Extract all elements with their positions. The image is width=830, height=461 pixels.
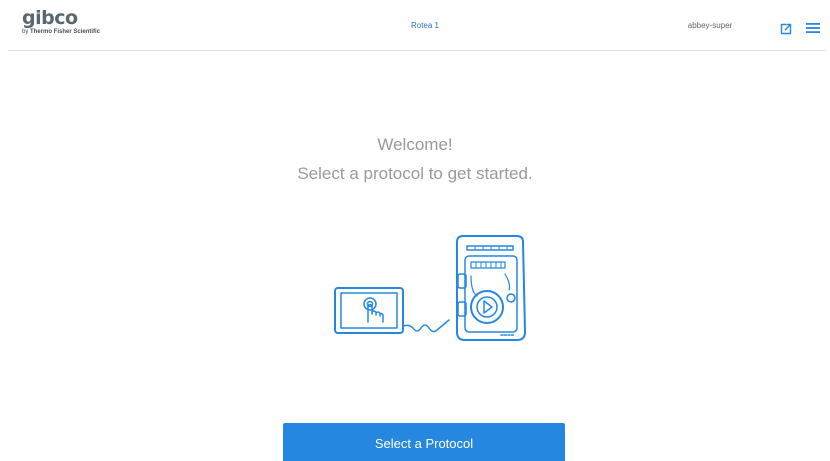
logo-tagline-prefix: by — [22, 29, 29, 35]
welcome-heading: Welcome! — [377, 135, 453, 154]
device-name[interactable]: Rotea 1 — [385, 21, 465, 31]
app-window: gibco by Thermo Fisher Scientific Rotea … — [0, 0, 830, 461]
brand-logo: gibco by Thermo Fisher Scientific — [22, 8, 132, 42]
logo-wordmark: gibco — [22, 7, 78, 29]
header-divider — [8, 50, 826, 51]
logo-tagline: by Thermo Fisher Scientific — [22, 29, 100, 36]
welcome-subtitle: Select a protocol to get started. — [297, 164, 533, 183]
logo-tagline-brand: Thermo Fisher Scientific — [30, 29, 101, 35]
top-bar: gibco by Thermo Fisher Scientific Rotea … — [0, 0, 830, 50]
user-name[interactable]: abbey-super — [670, 21, 750, 31]
select-protocol-button[interactable]: Select a Protocol — [283, 423, 565, 461]
export-icon[interactable] — [780, 22, 792, 35]
tablet-device-illustration — [325, 232, 535, 348]
hamburger-menu-icon[interactable] — [806, 21, 820, 33]
